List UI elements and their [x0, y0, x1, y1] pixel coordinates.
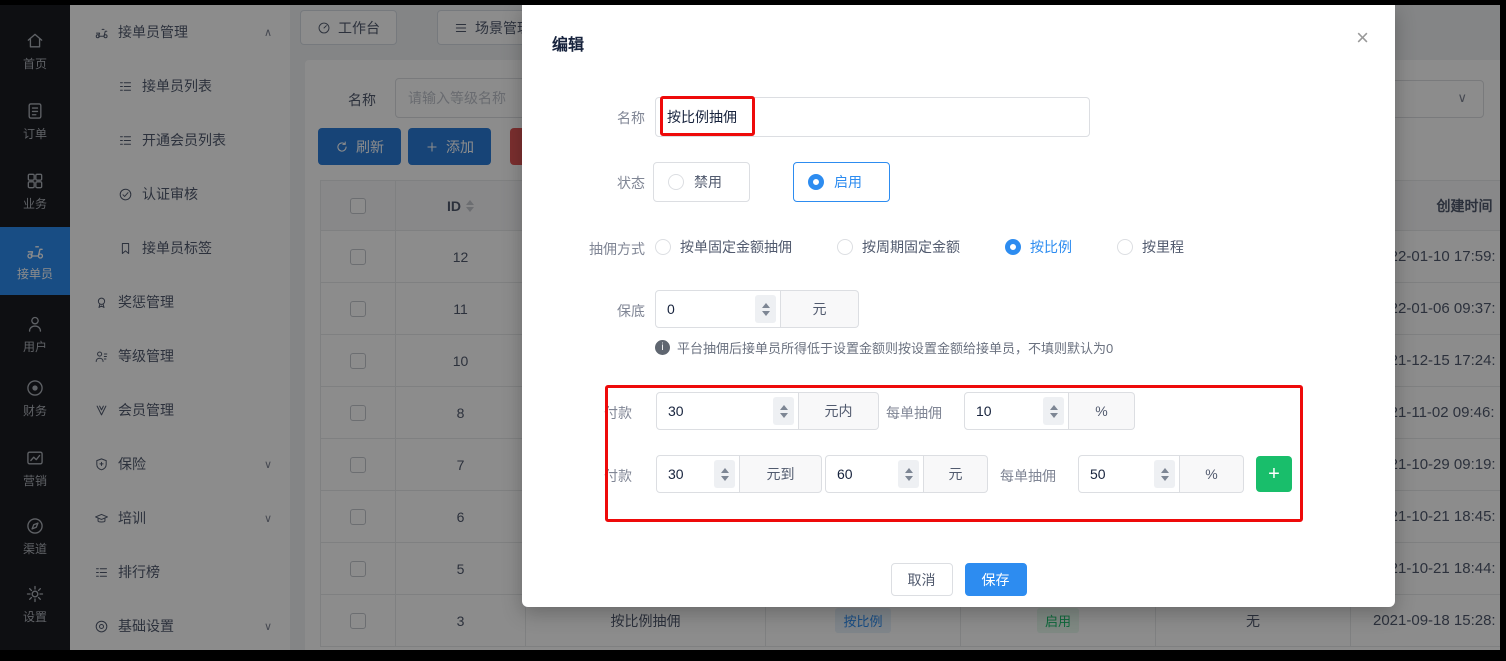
method-option-by-mileage[interactable]: 按里程 — [1117, 237, 1184, 257]
method-option-fixed-per-period[interactable]: 按周期固定金额 — [837, 237, 960, 257]
dialog-title: 编辑 — [552, 31, 584, 55]
radio-icon[interactable] — [1005, 239, 1021, 255]
method-option-fixed-per-order[interactable]: 按单固定金额抽佣 — [655, 237, 792, 257]
radio-icon[interactable] — [668, 174, 684, 190]
floor-hint: i 平台抽佣后接单员所得低于设置金额则按设置金额给接单员，不填则默认为0 — [655, 338, 1113, 357]
name-label: 名称 — [522, 108, 645, 128]
floor-label: 保底 — [522, 301, 645, 321]
unit-addon: 元 — [781, 290, 859, 328]
annotation-box-name-value — [660, 96, 755, 136]
screen: 首页 订单 业务 接单员 用户 财务 营销 渠道 — [0, 0, 1506, 661]
method-label: 抽佣方式 — [522, 239, 645, 259]
screen-edge-right — [1500, 0, 1506, 661]
save-button[interactable]: 保存 — [965, 563, 1027, 596]
screen-edge-top — [0, 0, 1506, 5]
close-icon[interactable]: × — [1356, 27, 1369, 49]
status-label: 状态 — [522, 173, 645, 193]
method-option-by-ratio[interactable]: 按比例 — [1005, 237, 1072, 257]
radio-icon[interactable] — [837, 239, 853, 255]
status-option-disabled[interactable]: 禁用 — [653, 162, 750, 202]
cancel-button[interactable]: 取消 — [891, 563, 953, 596]
radio-icon[interactable] — [655, 239, 671, 255]
screen-edge-bottom — [0, 650, 1506, 661]
radio-icon[interactable] — [1117, 239, 1133, 255]
status-option-enabled[interactable]: 启用 — [793, 162, 890, 202]
annotation-box-tiers — [605, 385, 1303, 522]
radio-icon[interactable] — [808, 174, 824, 190]
number-stepper[interactable] — [755, 295, 776, 323]
info-icon: i — [655, 340, 670, 355]
